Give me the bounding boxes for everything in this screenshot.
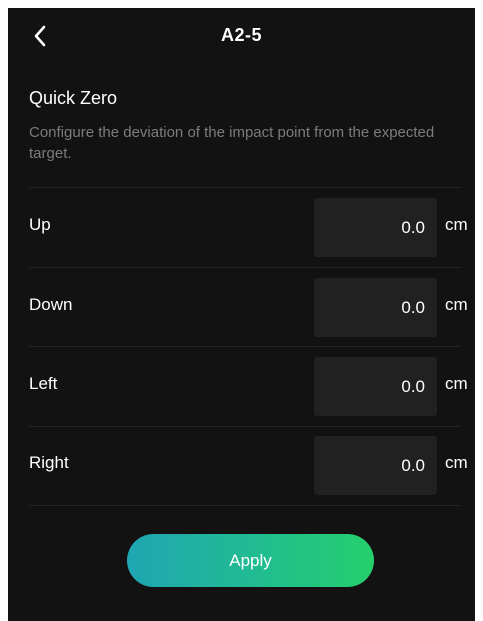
unit-label: cm <box>445 453 468 472</box>
page-title: A2-5 <box>220 25 262 45</box>
section-description: Configure the deviation of the impact po… <box>29 124 435 162</box>
row-down: Down 0.0 cm <box>8 268 475 347</box>
apply-button[interactable]: Apply <box>127 534 374 587</box>
unit-label: cm <box>445 295 468 314</box>
row-left: Left 0.0 cm <box>8 347 475 426</box>
section-title: Quick Zero <box>29 88 118 108</box>
down-value-field[interactable]: 0.0 <box>314 278 437 337</box>
row-label-down: Down <box>29 295 73 314</box>
header-bar: A2-5 <box>8 8 475 64</box>
row-right: Right 0.0 cm <box>8 426 475 505</box>
up-value-field[interactable]: 0.0 <box>314 198 437 257</box>
divider <box>29 505 460 506</box>
row-label-left: Left <box>29 374 58 393</box>
quick-zero-screen: A2-5 Quick Zero Configure the deviation … <box>8 8 475 621</box>
right-value-field[interactable]: 0.0 <box>314 436 437 495</box>
unit-label: cm <box>445 374 468 393</box>
row-label-right: Right <box>29 453 69 472</box>
row-up: Up 0.0 cm <box>8 188 475 267</box>
row-label-up: Up <box>29 215 51 234</box>
unit-label: cm <box>445 215 468 234</box>
left-value-field[interactable]: 0.0 <box>314 357 437 416</box>
